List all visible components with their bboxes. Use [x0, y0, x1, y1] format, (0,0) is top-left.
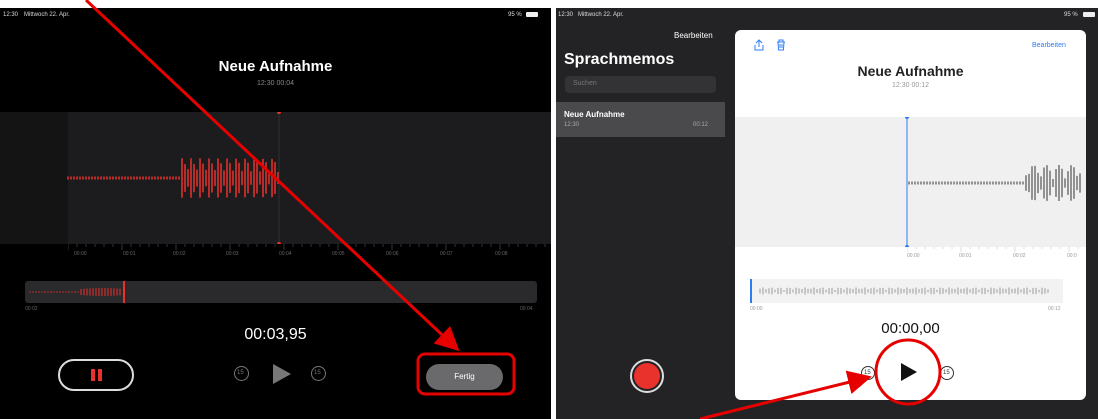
record-button[interactable] [630, 359, 664, 393]
overview-scrubber[interactable] [25, 281, 537, 303]
tick-label: 00:01 [959, 253, 972, 259]
card-title: Neue Aufnahme [857, 63, 964, 79]
skip-forward-15-icon[interactable]: 15 [311, 366, 326, 381]
card-timeline-ruler: 00:00 00:01 00:02 00:0 [907, 247, 1086, 261]
list-item[interactable]: Neue Aufnahme 12:30 00:12 [556, 102, 725, 137]
tick-label: 00:04 [279, 251, 292, 257]
card-waveform-area[interactable] [735, 117, 1086, 247]
play-icon[interactable] [901, 363, 917, 381]
card-overview-end: 00:12 [1048, 306, 1061, 312]
play-icon[interactable] [273, 364, 291, 384]
search-input[interactable]: Suchen [565, 76, 716, 93]
card-time: 12:30 [891, 82, 910, 89]
waveform-area[interactable] [0, 112, 551, 244]
battery-icon [1083, 12, 1095, 17]
status-date: Mittwoch 22. Apr. [24, 12, 70, 18]
trash-icon[interactable] [775, 39, 787, 51]
list-item-time: 12:30 [564, 122, 580, 128]
skip-back-15-icon[interactable]: 15 [234, 366, 249, 381]
status-time: 12:30 [3, 12, 19, 18]
tick-label: 00:0 [1067, 253, 1077, 259]
pause-button[interactable] [58, 359, 134, 391]
tick-label: 00:00 [907, 253, 920, 259]
card-timer: 00:00,00 [881, 320, 940, 337]
overview-start: 00:02 [25, 306, 38, 312]
recording-title: Neue Aufnahme [218, 58, 333, 75]
status-time: 12:30 [558, 12, 574, 18]
recording-time: 12:30 [256, 80, 275, 87]
tick-label: 00:08 [495, 251, 508, 257]
tick-label: 00:02 [1013, 253, 1026, 259]
tick-label: 00:01 [123, 251, 136, 257]
card-edit-button[interactable]: Bearbeiten [1032, 42, 1066, 49]
recording-duration: 00:04 [276, 80, 294, 87]
recording-timer: 00:03,95 [244, 326, 307, 343]
tick-label: 00:07 [440, 251, 453, 257]
overview-end: 00:04 [520, 306, 533, 312]
sidebar-title: Sprachmemos [564, 51, 675, 68]
share-icon[interactable] [753, 39, 765, 51]
list-item-duration: 00:12 [693, 122, 709, 128]
battery-icon [526, 12, 538, 17]
status-battery: 95 % [508, 12, 522, 18]
pause-icon [91, 369, 103, 381]
tick-label: 00:02 [173, 251, 186, 257]
tick-label: 00:05 [332, 251, 345, 257]
card-duration: 00:12 [911, 82, 929, 89]
card-overview-start: 00:00 [750, 306, 763, 312]
skip-back-15-icon[interactable]: 15 [861, 366, 875, 380]
tick-label: 00:00 [74, 251, 87, 257]
status-date: Mittwoch 22. Apr. [578, 12, 624, 18]
tick-label: 00:03 [226, 251, 239, 257]
done-button[interactable]: Fertig [426, 364, 503, 390]
status-battery: 95 % [1064, 12, 1078, 18]
left-screenshot-panel: 12:30 Mittwoch 22. Apr. 95 % Neue Aufnah… [0, 8, 551, 419]
card-overview-scrubber[interactable] [750, 279, 1063, 303]
recording-detail-card: Bearbeiten Neue Aufnahme 12:30 00:12 00:… [735, 30, 1086, 400]
skip-forward-15-icon[interactable]: 15 [940, 366, 954, 380]
waveform [67, 112, 281, 244]
list-item-title: Neue Aufnahme [564, 110, 625, 119]
sidebar-edit-button[interactable]: Bearbeiten [674, 31, 713, 40]
timeline-ruler: 00:00 00:01 00:02 00:03 00:04 00:05 00:0… [68, 244, 551, 258]
tick-label: 00:06 [386, 251, 399, 257]
card-waveform [905, 117, 1081, 247]
record-icon [634, 363, 660, 389]
